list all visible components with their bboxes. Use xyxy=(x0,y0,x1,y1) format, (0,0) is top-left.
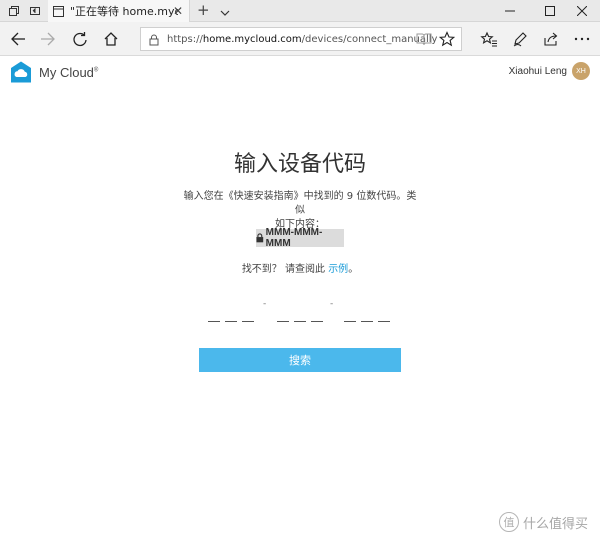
close-window-icon[interactable] xyxy=(564,0,600,22)
help-suffix: 。 xyxy=(348,264,359,275)
user-name[interactable]: Xiaohui Leng xyxy=(509,66,567,77)
avatar[interactable]: XH xyxy=(572,62,590,80)
code-example-text: MMM-MMM-MMM xyxy=(265,227,323,249)
active-tab[interactable]: "正在等待 home.myclou ✕ xyxy=(48,0,190,22)
browser-tab-strip: "正在等待 home.myclou ✕ + xyxy=(0,0,600,22)
forward-arrow-icon[interactable] xyxy=(38,29,58,49)
browser-navbar: https://home.mycloud.com/devices/connect… xyxy=(0,22,600,56)
help-prefix: 找不到？ 请查阅此 xyxy=(241,264,325,275)
url-scheme: https:// xyxy=(167,33,203,45)
favorites-hub-icon[interactable] xyxy=(479,29,499,49)
refresh-icon[interactable] xyxy=(70,29,90,49)
share-icon[interactable] xyxy=(541,29,561,49)
code-digit-7[interactable] xyxy=(344,304,356,322)
favorite-star-icon[interactable] xyxy=(437,29,457,49)
maximize-icon[interactable] xyxy=(532,0,568,22)
code-separator-1: - xyxy=(263,299,267,309)
pen-icon[interactable] xyxy=(510,29,530,49)
lock-icon[interactable] xyxy=(149,34,159,46)
mycloud-logo-icon[interactable] xyxy=(9,60,33,84)
instructions-text: 输入您在《快速安装指南》中找到的 9 位数代码。类似 如下内容： xyxy=(180,190,420,232)
code-digit-4[interactable] xyxy=(277,304,289,322)
code-digit-9[interactable] xyxy=(378,304,390,322)
watermark-logo-icon: 值 xyxy=(498,512,519,532)
watermark: 值 什么值得买 xyxy=(498,512,588,532)
new-tab-icon[interactable]: + xyxy=(197,2,210,18)
code-digit-2[interactable] xyxy=(225,304,237,322)
tab-manager-icon[interactable] xyxy=(6,3,22,19)
chevron-down-icon[interactable] xyxy=(219,4,231,23)
url-text: https://home.mycloud.com/devices/connect… xyxy=(167,34,437,45)
page-icon xyxy=(53,5,64,17)
search-button[interactable]: 搜索 xyxy=(199,348,401,372)
watermark-text: 什么值得买 xyxy=(522,516,588,532)
instruction-line-1: 输入您在《快速安装指南》中找到的 9 位数代码。类似 xyxy=(183,191,417,216)
tab-close-icon[interactable]: ✕ xyxy=(173,4,183,18)
help-line: 找不到？ 请查阅此 示例。 xyxy=(0,260,600,275)
tab-title: "正在等待 home.myclou xyxy=(70,5,178,18)
back-arrow-icon[interactable] xyxy=(8,29,28,49)
page-title: 输入设备代码 xyxy=(233,152,366,177)
code-separator-2: - xyxy=(330,299,334,309)
home-icon[interactable] xyxy=(101,29,121,49)
minimize-icon[interactable] xyxy=(492,0,528,22)
site-header: My Cloud® Xiaohui Leng XH xyxy=(0,56,600,88)
lock-icon xyxy=(256,233,264,243)
code-example-badge: MMM-MMM-MMM xyxy=(256,227,344,249)
example-link[interactable]: 示例 xyxy=(328,264,348,275)
code-digit-3[interactable] xyxy=(242,304,254,322)
code-digit-1[interactable] xyxy=(208,304,220,322)
code-digit-6[interactable] xyxy=(311,304,323,322)
code-digit-5[interactable] xyxy=(294,304,306,322)
code-digit-8[interactable] xyxy=(361,304,373,322)
device-code-input: - - xyxy=(208,299,394,324)
url-host: home.mycloud.com xyxy=(202,33,302,45)
reading-view-icon[interactable] xyxy=(414,29,434,49)
set-tabs-aside-icon[interactable] xyxy=(27,3,43,19)
more-options-icon[interactable] xyxy=(572,29,592,49)
logo-text[interactable]: My Cloud® xyxy=(39,65,98,80)
